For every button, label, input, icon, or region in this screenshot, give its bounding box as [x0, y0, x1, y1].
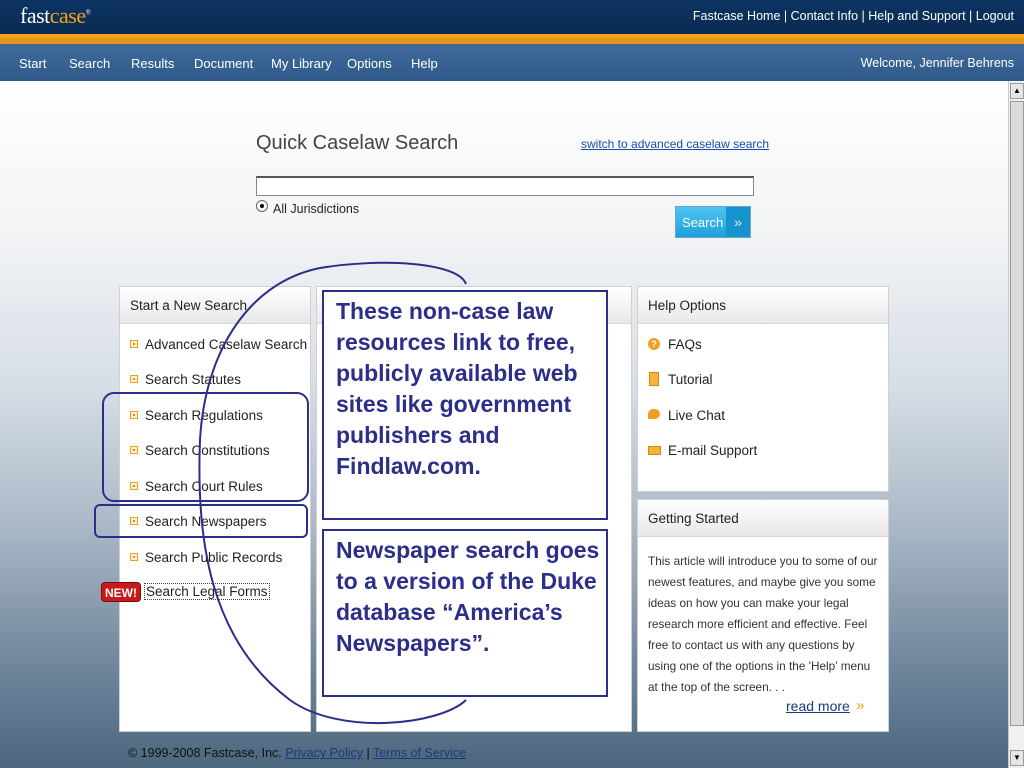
link-live-chat[interactable]: Live Chat [668, 408, 725, 423]
link-search-legal-forms[interactable]: Search Legal Forms [144, 583, 270, 600]
footer: © 1999-2008 Fastcase, Inc. Privacy Polic… [128, 746, 466, 760]
square-bullet-icon [130, 375, 138, 383]
search-button[interactable]: Search » [675, 206, 751, 238]
highlight-box-regulations-group [102, 392, 309, 502]
scroll-thumb[interactable] [1010, 101, 1024, 726]
scroll-up-arrow-icon[interactable]: ▲ [1010, 83, 1024, 99]
link-tutorial[interactable]: Tutorial [668, 372, 713, 387]
separator: | [366, 746, 370, 760]
nav-my-library[interactable]: My Library [271, 56, 332, 71]
nav-help[interactable]: Help [411, 56, 438, 71]
panel-header: Getting Started [638, 500, 888, 537]
vertical-scrollbar[interactable]: ▲ ▼ [1008, 81, 1024, 768]
square-bullet-icon [130, 340, 138, 348]
jurisdiction-label: All Jurisdictions [273, 202, 360, 216]
logo-mark: ® [85, 8, 91, 17]
document-icon [649, 372, 659, 386]
nav-results[interactable]: Results [131, 56, 174, 71]
panel-title: Start a New Search [130, 298, 248, 313]
search-button-label: Search [682, 215, 724, 230]
separator: | [861, 9, 865, 23]
highlight-box-newspapers [94, 504, 308, 538]
copyright-text: © 1999-2008 Fastcase, Inc. [128, 746, 282, 760]
chevron-right-icon: » [856, 697, 865, 714]
link-email-support[interactable]: E-mail Support [668, 443, 757, 458]
link-faqs[interactable]: FAQs [668, 337, 702, 352]
separator: | [783, 9, 788, 23]
terms-of-service-link[interactable]: Terms of Service [373, 746, 466, 760]
nav-document[interactable]: Document [194, 56, 253, 71]
link-fastcase-home[interactable]: Fastcase Home [693, 9, 781, 23]
quick-search-title: Quick Caselaw Search [256, 132, 459, 154]
getting-started-text: This article will introduce you to some … [648, 554, 878, 694]
callout-newspaper-search: Newspaper search goes to a version of th… [322, 529, 608, 697]
square-bullet-icon [130, 553, 138, 561]
search-input[interactable] [256, 176, 754, 196]
read-more-link[interactable]: read more [786, 698, 850, 714]
fastcase-logo[interactable]: fastcase® [20, 3, 91, 29]
nav-search[interactable]: Search [69, 56, 110, 71]
nav-start[interactable]: Start [19, 56, 46, 71]
envelope-icon [648, 446, 661, 455]
main-nav: Start Search Results Document My Library… [0, 44, 1024, 81]
top-header: fastcase® Fastcase Home | Contact Info |… [0, 0, 1024, 34]
link-search-public-records[interactable]: Search Public Records [145, 550, 282, 565]
panel-title: Getting Started [648, 511, 739, 526]
link-contact-info[interactable]: Contact Info [791, 9, 858, 23]
logo-accent: case [49, 3, 86, 28]
speech-bubble-icon [648, 409, 660, 419]
scroll-down-arrow-icon[interactable]: ▼ [1010, 750, 1024, 766]
link-help-support[interactable]: Help and Support [868, 9, 965, 23]
question-circle-icon: ? [648, 338, 660, 350]
nav-options[interactable]: Options [347, 56, 392, 71]
welcome-text: Welcome, Jennifer Behrens [860, 56, 1014, 70]
help-options-panel: Help Options [637, 286, 889, 492]
privacy-policy-link[interactable]: Privacy Policy [285, 746, 363, 760]
logo-main: fast [20, 3, 50, 28]
advanced-search-link[interactable]: switch to advanced caselaw search [581, 137, 769, 151]
top-links: Fastcase Home | Contact Info | Help and … [693, 9, 1014, 23]
new-badge: NEW! [101, 582, 141, 602]
separator: | [969, 9, 973, 23]
callout-non-case-law: These non-case law resources link to fre… [322, 290, 608, 520]
panel-header: Help Options [638, 287, 888, 324]
link-advanced-caselaw-search[interactable]: Advanced Caselaw Search [145, 337, 307, 352]
link-search-statutes[interactable]: Search Statutes [145, 372, 241, 387]
jurisdiction-radio[interactable] [256, 200, 268, 212]
link-logout[interactable]: Logout [976, 9, 1014, 23]
panel-title: Help Options [648, 298, 727, 313]
panel-header: Start a New Search [120, 287, 310, 324]
chevron-right-icon: » [726, 207, 750, 237]
